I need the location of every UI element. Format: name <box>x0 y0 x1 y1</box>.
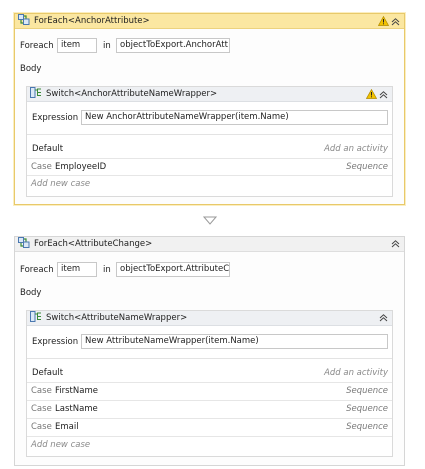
foreach-activity-icon <box>18 237 30 251</box>
collection-expression-field[interactable]: objectToExport.AttributeC <box>116 262 230 277</box>
case-name: EmployeeID <box>55 162 107 172</box>
case-name: FirstName <box>55 386 98 396</box>
expression-label: Expression <box>32 113 79 123</box>
switch-title: Switch<AttributeNameWrapper> <box>46 313 188 323</box>
expression-field[interactable]: New AttributeNameWrapper(item.Name) <box>81 334 388 349</box>
case-row[interactable]: Case LastName Sequence <box>27 400 392 417</box>
switch-activity-icon <box>30 311 42 325</box>
expression-field[interactable]: New AnchorAttributeNameWrapper(item.Name… <box>81 110 388 125</box>
case-row[interactable]: Case FirstName Sequence <box>27 382 392 399</box>
connector-arrow-down-icon <box>202 216 218 228</box>
add-case-row[interactable]: Add new case <box>27 436 392 453</box>
add-case-row[interactable]: Add new case <box>27 175 392 192</box>
collapse-chevron-up-icon[interactable] <box>391 239 400 248</box>
case-body[interactable]: Sequence <box>346 386 388 396</box>
switch-activity-icon <box>30 87 42 101</box>
case-row[interactable]: Case EmployeeID Sequence <box>27 158 392 175</box>
foreach-label: Foreach <box>20 265 54 275</box>
case-keyword: Case <box>31 422 52 432</box>
collapse-chevron-up-icon[interactable] <box>379 90 388 99</box>
warning-icon[interactable] <box>365 88 378 99</box>
switch-title: Switch<AnchorAttributeNameWrapper> <box>46 89 218 99</box>
add-activity-link[interactable]: Add an activity <box>324 368 388 378</box>
case-name: LastName <box>55 404 98 414</box>
activity-title: ForEach<AttributeChange> <box>34 239 153 249</box>
case-body[interactable]: Sequence <box>346 162 388 172</box>
switch-attribute-name-activity[interactable]: Switch<AttributeNameWrapper> Expression … <box>26 310 393 457</box>
separator <box>27 358 392 359</box>
in-label: in <box>103 41 111 51</box>
item-variable-field[interactable]: item <box>57 38 97 53</box>
warning-icon[interactable] <box>377 15 390 26</box>
foreach-attribute-change-activity[interactable]: ForEach<AttributeChange> Foreach item in… <box>14 236 405 466</box>
add-new-case-link[interactable]: Add new case <box>31 440 90 450</box>
foreach-activity-icon <box>18 14 30 28</box>
case-keyword: Case <box>31 404 52 414</box>
activity-header[interactable]: ForEach<AnchorAttribute> <box>15 14 404 29</box>
activity-title: ForEach<AnchorAttribute> <box>34 16 150 26</box>
collapse-chevron-up-icon[interactable] <box>379 313 388 322</box>
foreach-anchor-attribute-activity[interactable]: ForEach<AnchorAttribute> Foreach item in… <box>14 13 405 205</box>
add-new-case-link[interactable]: Add new case <box>31 179 90 189</box>
switch-anchor-attribute-activity[interactable]: Switch<AnchorAttributeNameWrapper> Expre… <box>26 86 393 197</box>
case-row[interactable]: Case Email Sequence <box>27 418 392 435</box>
in-label: in <box>103 265 111 275</box>
case-name: Email <box>55 422 79 432</box>
body-label: Body <box>20 64 42 74</box>
item-variable-field[interactable]: item <box>57 262 97 277</box>
case-body[interactable]: Sequence <box>346 422 388 432</box>
switch-header[interactable]: Switch<AnchorAttributeNameWrapper> <box>27 87 392 102</box>
default-label: Default <box>32 144 64 154</box>
collection-expression-field[interactable]: objectToExport.AnchorAtt <box>116 38 230 53</box>
separator <box>27 134 392 135</box>
body-label: Body <box>20 288 42 298</box>
switch-header[interactable]: Switch<AttributeNameWrapper> <box>27 311 392 326</box>
case-keyword: Case <box>31 386 52 396</box>
default-label: Default <box>32 368 64 378</box>
case-body[interactable]: Sequence <box>346 404 388 414</box>
expression-label: Expression <box>32 337 79 347</box>
activity-header[interactable]: ForEach<AttributeChange> <box>15 237 404 252</box>
foreach-label: Foreach <box>20 41 54 51</box>
case-keyword: Case <box>31 162 52 172</box>
add-activity-link[interactable]: Add an activity <box>324 144 388 154</box>
collapse-chevron-up-icon[interactable] <box>391 17 400 26</box>
